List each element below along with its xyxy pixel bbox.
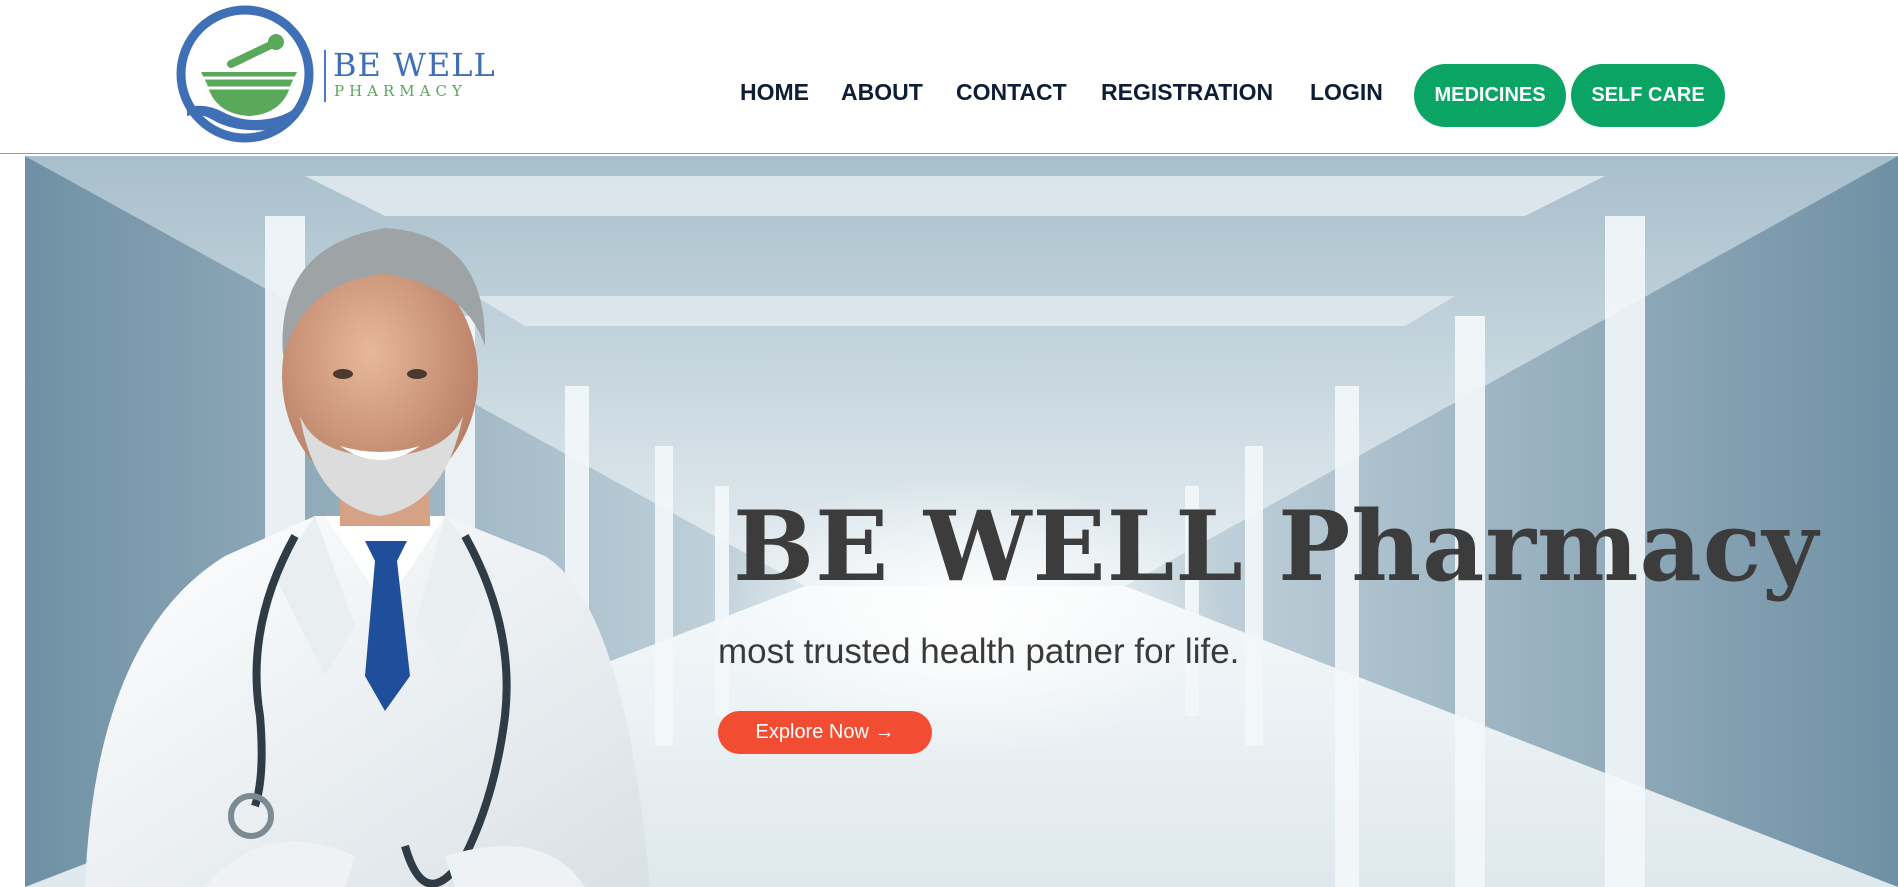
hero-title: BE WELL Pharmacy [733,490,1819,603]
logo-divider [324,50,326,102]
brand-title: BE WELL [333,46,496,84]
nav-home-link[interactable]: HOME [740,79,809,109]
medicines-button[interactable]: MEDICINES [1414,64,1566,127]
nav-contact-link[interactable]: CONTACT [956,79,1067,109]
explore-now-button[interactable]: Explore Now → [718,711,932,754]
nav-about-link[interactable]: ABOUT [841,79,923,109]
hero-banner: BE WELL Pharmacy most trusted health pat… [25,156,1898,887]
nav-login-link[interactable]: LOGIN [1310,79,1383,109]
site-header: BE WELL PHARMACY HOME ABOUT CONTACT REGI… [0,0,1898,154]
brand-logo[interactable]: BE WELL PHARMACY [173,4,495,146]
self-care-button[interactable]: SELF CARE [1571,64,1725,127]
hero-subtitle: most trusted health patner for life. [718,632,1240,671]
brand-subtitle: PHARMACY [334,82,467,100]
nav-registration-link[interactable]: REGISTRATION [1101,79,1273,109]
mortar-pestle-hand-icon [176,5,314,143]
